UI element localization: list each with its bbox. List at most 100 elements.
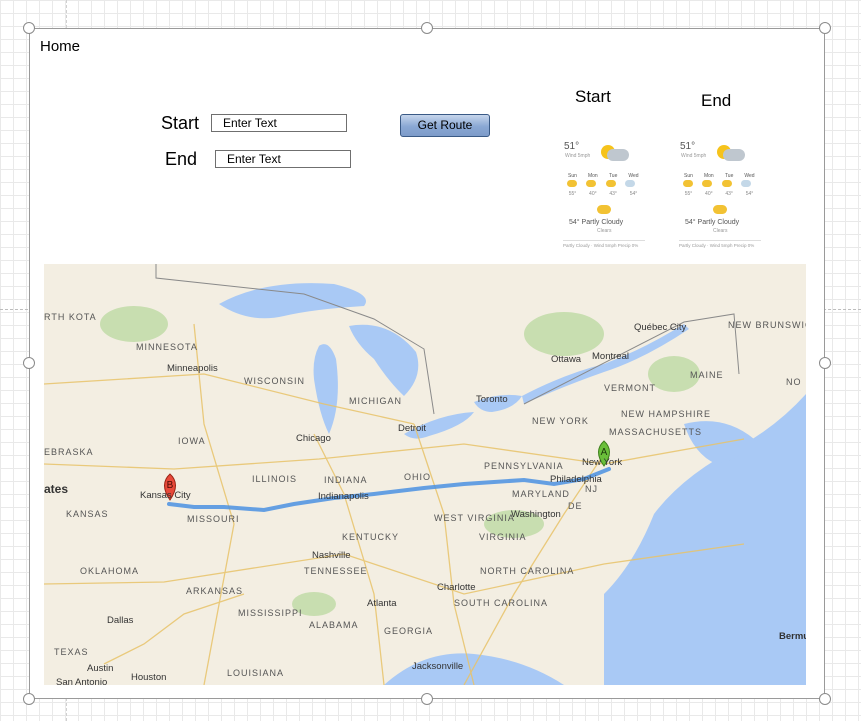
- region-label: VIRGINIA: [479, 532, 527, 542]
- partly-cloudy-icon: [597, 205, 611, 214]
- region-label: KANSAS: [66, 509, 109, 519]
- end-label: End: [165, 149, 198, 169]
- weather-footer: Partly Cloudy · Wind 5mph Precip 0%: [679, 240, 761, 248]
- region-label: MASSACHUSETTS: [609, 427, 702, 437]
- region-label: NORTH CAROLINA: [480, 566, 574, 576]
- weather-wind: Wind 5mph: [565, 153, 591, 159]
- region-label: LOUISIANA: [227, 668, 284, 678]
- region-label: ates: [44, 482, 68, 496]
- city-label: Charlotte: [437, 582, 476, 593]
- rain-icon: [625, 180, 635, 187]
- region-label: OKLAHOMA: [80, 566, 139, 576]
- weather-day: Tue: [724, 173, 734, 179]
- cloud-icon: [723, 149, 745, 161]
- region-label: TENNESSEE: [304, 566, 368, 576]
- region-label: NEW YORK: [532, 416, 589, 426]
- region-label: MICHIGAN: [349, 396, 402, 406]
- route-map-canvas[interactable]: A B MINNESOTA WISCONSIN MICHIGAN IOWA IL…: [44, 264, 806, 685]
- weather-wind: Wind 5mph: [681, 153, 707, 159]
- region-label: ARKANSAS: [186, 586, 243, 596]
- resize-handle-top-right[interactable]: [819, 22, 831, 34]
- region-label: NEW BRUNSWICK: [728, 320, 806, 330]
- weather-subtext: Clears: [597, 228, 612, 234]
- resize-handle-bottom-right[interactable]: [819, 693, 831, 705]
- weather-low: 40°: [589, 191, 597, 197]
- city-label: Houston: [131, 672, 166, 683]
- weather-day: Tue: [608, 173, 618, 179]
- city-label: San Antonio: [56, 677, 107, 685]
- region-label: PENNSYLVANIA: [484, 461, 564, 471]
- start-label: Start: [161, 113, 200, 133]
- weather-end-heading: End: [701, 91, 732, 110]
- region-label: NJ: [585, 484, 598, 494]
- weather-summary: 54° Partly Cloudy: [569, 219, 624, 226]
- weather-start-heading: Start: [575, 87, 611, 106]
- city-label: Kansas City: [140, 490, 191, 501]
- cloud-icon: [607, 149, 629, 161]
- end-input[interactable]: Enter Text: [215, 150, 351, 168]
- region-label: MISSOURI: [187, 514, 240, 524]
- weather-low: 43°: [609, 191, 617, 197]
- partly-cloudy-icon: [713, 205, 727, 214]
- city-label: Washington: [511, 509, 561, 520]
- city-label: Dallas: [107, 615, 134, 626]
- city-label: Philadelphia: [550, 474, 602, 485]
- weather-day: Mon: [703, 173, 714, 179]
- resize-handle-bottom[interactable]: [421, 693, 433, 705]
- weather-low: 54°: [629, 191, 638, 197]
- weather-low: 55°: [568, 191, 577, 197]
- city-label: Minneapolis: [167, 363, 218, 374]
- region-label: VERMONT: [604, 383, 656, 393]
- region-label: IOWA: [178, 436, 206, 446]
- partly-cloudy-icon: [683, 180, 693, 187]
- region-label: RTH KOTA: [44, 312, 97, 322]
- region-label: ALABAMA: [309, 620, 359, 630]
- weather-temp: 51°: [680, 141, 696, 152]
- region-label: KENTUCKY: [342, 532, 399, 542]
- partly-cloudy-icon: [567, 180, 577, 187]
- resize-handle-bottom-left[interactable]: [23, 693, 35, 705]
- resize-handle-top-left[interactable]: [23, 22, 35, 34]
- region-label: DE: [568, 501, 583, 511]
- city-label: Chicago: [296, 433, 331, 444]
- city-label: Austin: [87, 663, 113, 674]
- region-label: MISSISSIPPI: [238, 608, 303, 618]
- weather-day: Wed: [744, 173, 755, 179]
- resize-handle-left[interactable]: [23, 357, 35, 369]
- rain-icon: [741, 180, 751, 187]
- weather-widget-end: 51° Wind 5mph Sun Mon Tue Wed 55° 40° 43…: [677, 139, 763, 255]
- city-label: Indianapolis: [318, 491, 369, 502]
- region-label: ILLINOIS: [252, 474, 297, 484]
- region-label: MINNESOTA: [136, 342, 198, 352]
- start-input[interactable]: Enter Text: [211, 114, 347, 132]
- resize-handle-right[interactable]: [819, 357, 831, 369]
- region-label: OHIO: [404, 472, 431, 482]
- city-label: Nashville: [312, 550, 351, 561]
- resize-handle-top[interactable]: [421, 22, 433, 34]
- screen-title: Home: [40, 38, 81, 55]
- region-label: SOUTH CAROLINA: [454, 598, 548, 608]
- forest-area: [100, 306, 168, 342]
- region-label: MARYLAND: [512, 489, 570, 499]
- route-map[interactable]: A B MINNESOTA WISCONSIN MICHIGAN IOWA IL…: [44, 264, 806, 685]
- city-label: New York: [582, 457, 622, 468]
- region-label: EBRASKA: [44, 447, 94, 457]
- forest-area: [524, 312, 604, 356]
- city-label: Ottawa: [551, 354, 582, 365]
- get-route-button[interactable]: Get Route: [400, 114, 490, 137]
- weather-low: 54°: [745, 191, 754, 197]
- city-label: Bermu: [779, 631, 806, 642]
- weather-temp: 51°: [564, 141, 580, 152]
- weather-footer: Partly Cloudy · Wind 5mph Precip 0%: [563, 240, 645, 248]
- region-label: MAINE: [690, 370, 724, 380]
- city-label: Detroit: [398, 423, 426, 434]
- region-label: WEST VIRGINIA: [434, 513, 515, 523]
- city-label: Québec City: [634, 322, 687, 333]
- partly-cloudy-icon: [722, 180, 732, 187]
- weather-day: Sun: [684, 173, 693, 179]
- weather-widget-start: 51° Wind 5mph Sun Mon Tue Wed 55° 40° 43…: [561, 139, 647, 255]
- city-label: Toronto: [476, 394, 508, 405]
- region-label: WISCONSIN: [244, 376, 305, 386]
- region-label: TEXAS: [54, 647, 89, 657]
- weather-day: Mon: [587, 173, 598, 179]
